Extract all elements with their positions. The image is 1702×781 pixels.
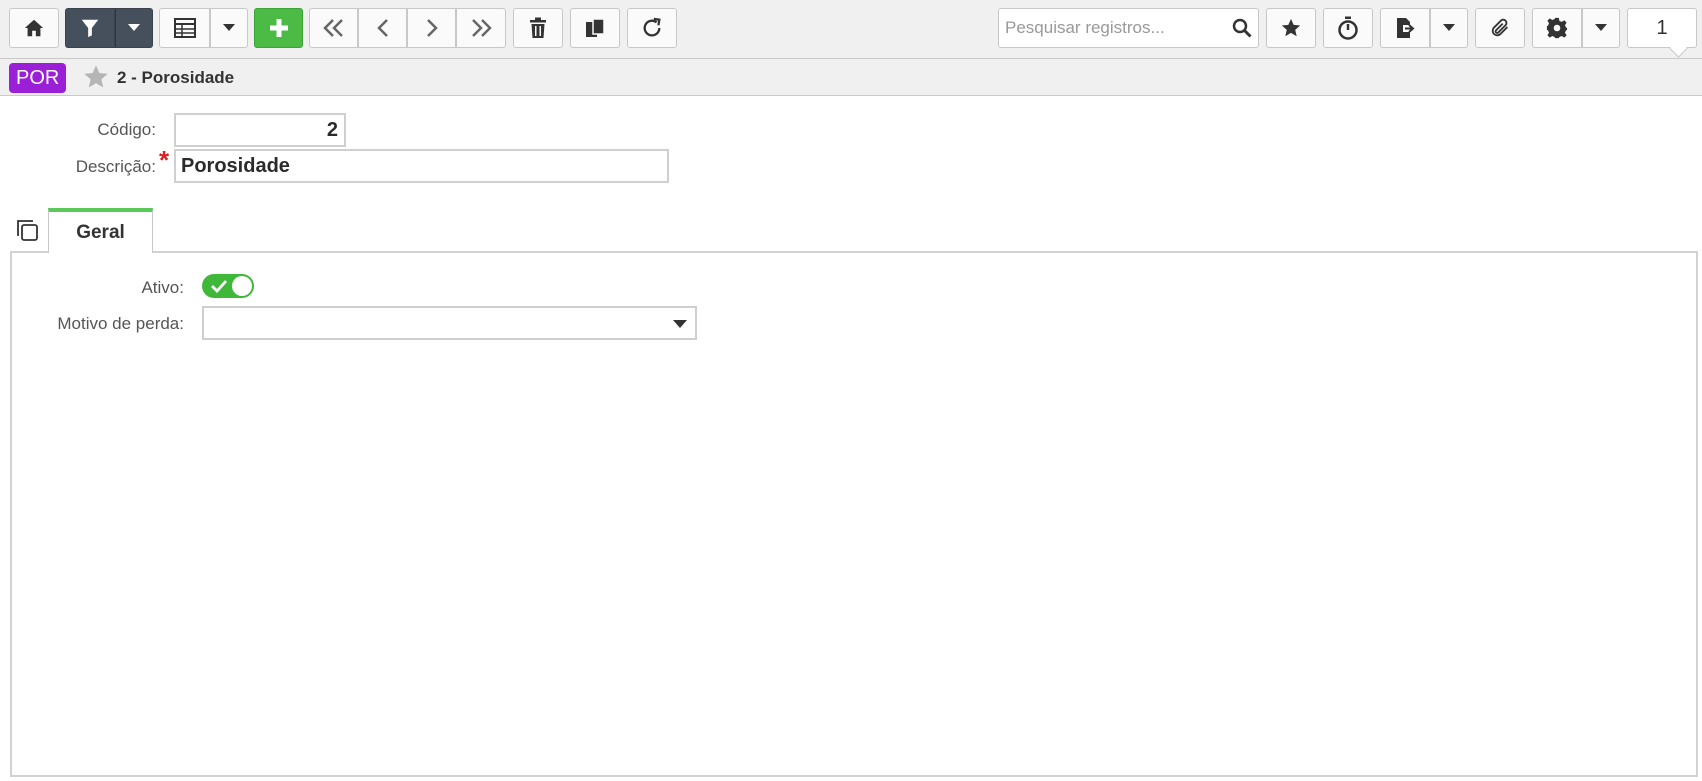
- add-button[interactable]: [254, 8, 303, 48]
- check-icon: [211, 280, 227, 293]
- search-icon: [1232, 18, 1252, 38]
- breadcrumb: POR 2 - Porosidade: [0, 59, 1702, 96]
- previous-record-button[interactable]: [358, 8, 407, 48]
- favorite-star-icon[interactable]: [82, 63, 110, 96]
- module-badge[interactable]: POR: [9, 63, 67, 93]
- prev-icon: [376, 19, 388, 37]
- toolbar: 1: [0, 0, 1702, 59]
- caret-down-icon: [223, 24, 235, 31]
- favorites-button[interactable]: [1266, 8, 1316, 48]
- search-box: [998, 8, 1259, 48]
- tab-geral[interactable]: Geral: [48, 208, 153, 253]
- tab-geral-label: Geral: [76, 221, 125, 243]
- search-input[interactable]: [999, 10, 1226, 46]
- toggle-knob: [232, 276, 252, 296]
- star-icon: [1281, 18, 1301, 37]
- search-button[interactable]: [1226, 18, 1258, 38]
- codigo-field[interactable]: 2: [174, 113, 346, 147]
- duplicate-button[interactable]: [570, 8, 620, 48]
- grid-view-button[interactable]: [159, 8, 210, 48]
- filter-dropdown-button[interactable]: [115, 8, 153, 48]
- first-record-button[interactable]: [309, 8, 358, 48]
- caret-down-icon: [128, 24, 140, 31]
- codigo-value: 2: [326, 118, 338, 141]
- caret-down-icon: [1443, 24, 1455, 31]
- refresh-button[interactable]: [627, 8, 677, 48]
- timer-button[interactable]: [1323, 8, 1373, 48]
- page-number-value: 1: [1656, 16, 1668, 39]
- next-record-button[interactable]: [407, 8, 456, 48]
- chevron-down-icon: [673, 320, 687, 328]
- first-icon: [322, 19, 343, 37]
- copy-icon: [586, 18, 605, 37]
- tab-options-icon[interactable]: [15, 218, 39, 247]
- timer-icon: [1338, 16, 1358, 40]
- descricao-value: Porosidade: [181, 154, 290, 177]
- grid-icon: [173, 18, 196, 38]
- next-icon: [426, 19, 438, 37]
- attachments-button[interactable]: [1475, 8, 1525, 48]
- settings-dropdown-button[interactable]: [1582, 8, 1620, 48]
- caret-down-icon: [1595, 24, 1607, 31]
- filter-button[interactable]: [65, 8, 115, 48]
- last-record-button[interactable]: [456, 8, 506, 48]
- ativo-toggle[interactable]: [202, 274, 254, 298]
- last-icon: [472, 19, 492, 37]
- page-title: 2 - Porosidade: [117, 68, 235, 87]
- export-button[interactable]: [1380, 8, 1430, 48]
- motivo-de-perda-label: Motivo de perda:: [57, 314, 184, 333]
- ativo-label: Ativo:: [141, 278, 184, 297]
- home-icon: [24, 19, 44, 37]
- descricao-label: Descrição:: [75, 157, 156, 176]
- gear-icon: [1546, 17, 1568, 39]
- plus-icon: [269, 19, 288, 37]
- codigo-label: Código:: [97, 120, 156, 139]
- delete-button[interactable]: [513, 8, 563, 48]
- grid-dropdown-button[interactable]: [210, 8, 248, 48]
- trash-icon: [530, 17, 546, 38]
- filter-icon: [81, 19, 99, 38]
- descricao-field[interactable]: Porosidade: [174, 149, 669, 183]
- motivo-de-perda-select[interactable]: [202, 306, 697, 340]
- export-dropdown-button[interactable]: [1430, 8, 1468, 48]
- refresh-icon: [643, 17, 661, 37]
- export-icon: [1397, 18, 1415, 38]
- paperclip-icon: [1491, 18, 1508, 37]
- page-number[interactable]: 1: [1627, 8, 1697, 58]
- home-button[interactable]: [9, 8, 59, 48]
- page-number-pointer: [1669, 39, 1688, 58]
- required-mark: *: [159, 145, 170, 175]
- settings-button[interactable]: [1532, 8, 1582, 48]
